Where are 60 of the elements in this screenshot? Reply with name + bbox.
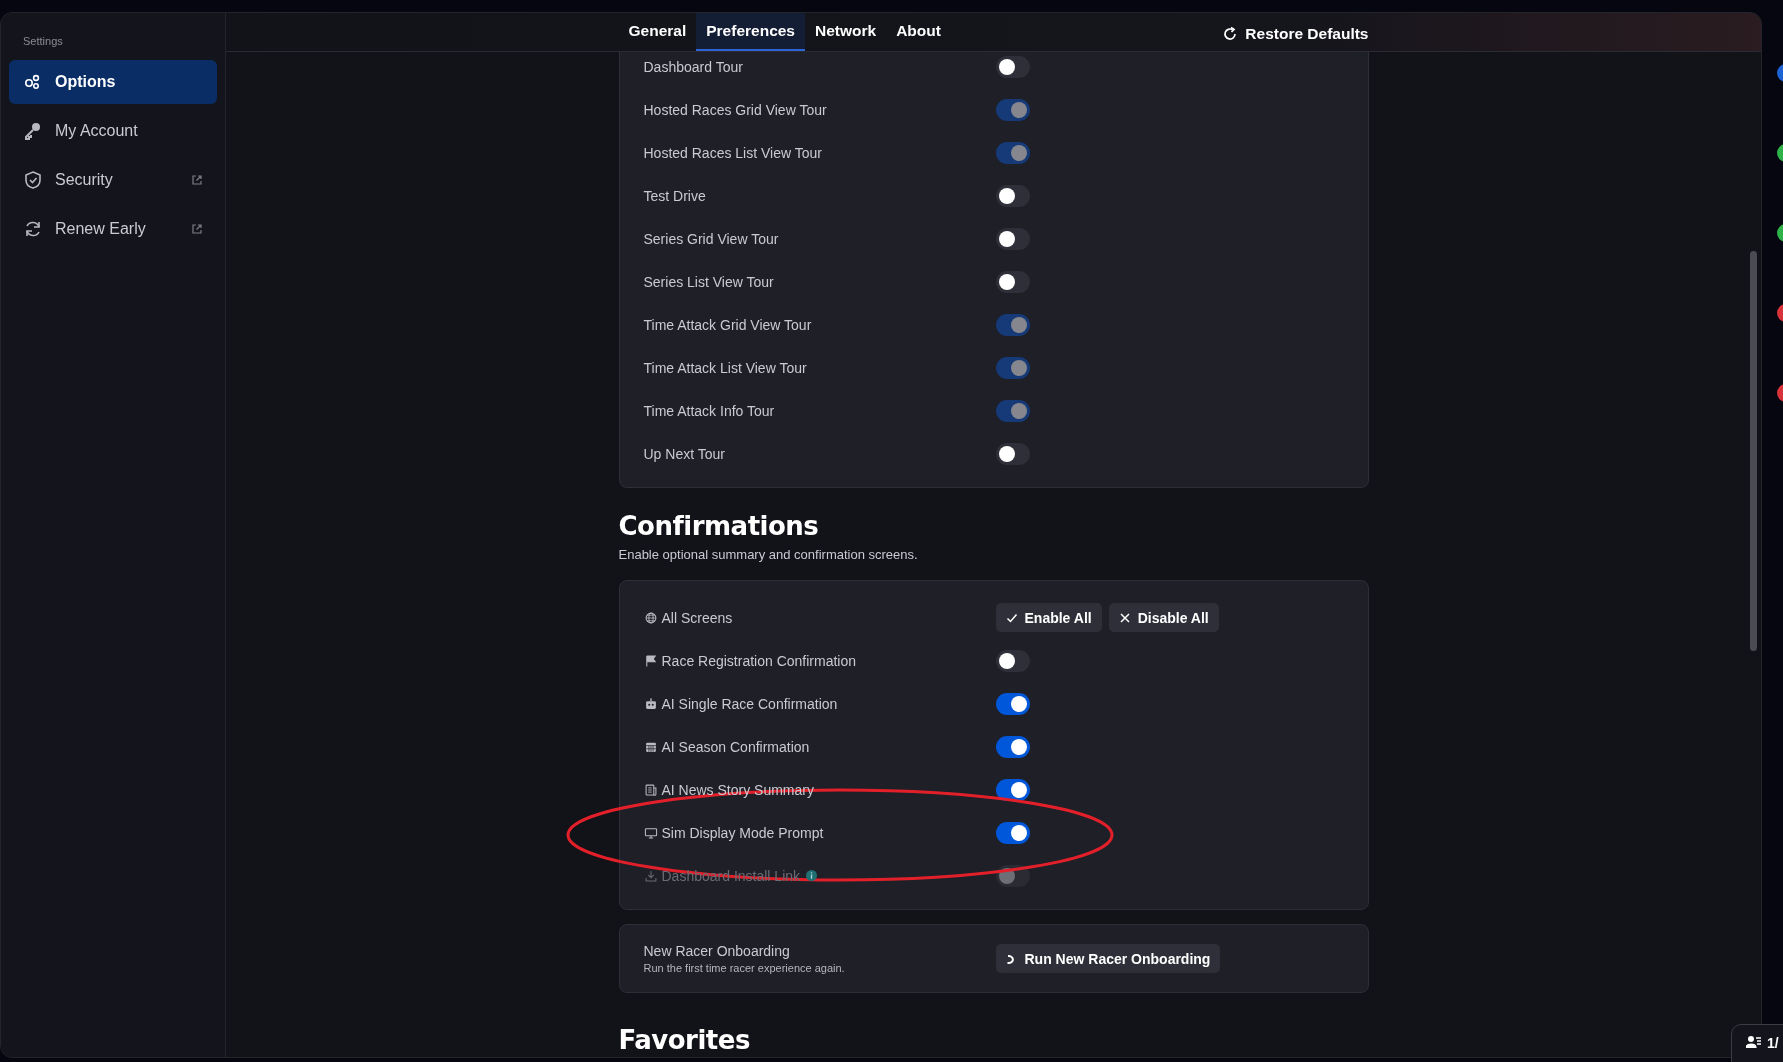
setting-label: Hosted Races Grid View Tour (643, 101, 827, 118)
section-description: Enable optional summary and confirmation screens. (618, 547, 919, 562)
toggle-switch[interactable] (995, 227, 1030, 250)
tab[interactable]: About (886, 13, 951, 51)
sidebar-item[interactable]: My Account (9, 109, 217, 153)
setting-label: AI Season Confirmation (661, 738, 810, 755)
shield-icon (23, 170, 43, 190)
setting-label: Time Attack Grid View Tour (643, 316, 812, 333)
disable-all-button[interactable]: Disable All (1108, 603, 1219, 632)
newspaper-icon (643, 782, 658, 797)
section-heading: Favorites (618, 1024, 751, 1057)
toggle-switch[interactable] (995, 821, 1030, 844)
toggle-switch[interactable] (995, 442, 1030, 465)
setting-label: New Racer Onboarding (643, 943, 791, 959)
setting-label: Time Attack Info Tour (643, 402, 775, 419)
robot-icon (643, 696, 658, 711)
sidebar-item[interactable]: Security (9, 158, 217, 202)
scrollbar[interactable] (1750, 251, 1757, 651)
refresh-icon (1222, 26, 1239, 42)
page-counter-badge[interactable]: 1/ (1731, 1024, 1783, 1062)
run-onboarding-button[interactable]: Run New Racer Onboarding (995, 944, 1221, 973)
external-link-icon (191, 174, 203, 186)
globe-icon (643, 610, 658, 625)
setting-label: Time Attack List View Tour (643, 359, 807, 376)
close-icon (1118, 611, 1131, 624)
sidebar-item[interactable]: Options (9, 60, 217, 104)
setting-label: Dashboard Tour (643, 58, 743, 75)
user-list-icon (1746, 1035, 1761, 1048)
sidebar-item[interactable]: Renew Early (9, 207, 217, 251)
tab[interactable]: Preferences (696, 13, 805, 51)
toggle-switch[interactable] (995, 270, 1030, 293)
enable-all-button[interactable]: Enable All (995, 603, 1102, 632)
setting-label: Series Grid View Tour (643, 230, 779, 247)
download-icon (643, 868, 658, 883)
external-link-icon (191, 223, 203, 235)
check-icon (1005, 611, 1018, 624)
setting-description: Run the first time racer experience again. (643, 962, 846, 974)
flag-icon (643, 653, 658, 668)
tab[interactable]: Network (805, 13, 887, 51)
setting-label: Hosted Races List View Tour (643, 144, 822, 161)
toggle-switch[interactable] (995, 735, 1030, 758)
refresh-icon (23, 219, 43, 239)
toggle-switch[interactable] (995, 184, 1030, 207)
toggle-switch[interactable] (995, 55, 1030, 78)
sidebar-title: Settings (22, 35, 64, 49)
setting-label: Race Registration Confirmation (661, 652, 857, 669)
setting-label: AI Single Race Confirmation (661, 695, 838, 712)
toggle-switch[interactable] (995, 692, 1030, 715)
toggle-switch[interactable] (995, 649, 1030, 672)
key-icon (23, 121, 43, 141)
restore-defaults-button[interactable]: Restore Defaults (1222, 17, 1369, 51)
tab[interactable]: General (618, 13, 697, 51)
setting-label: Series List View Tour (643, 273, 774, 290)
setting-label: Test Drive (643, 187, 706, 204)
section-heading: Confirmations (618, 510, 820, 543)
setting-label: Up Next Tour (643, 445, 725, 462)
setting-label: All Screens (661, 609, 733, 626)
setting-label: Sim Display Mode Prompt (661, 824, 824, 841)
monitor-icon (643, 825, 658, 840)
toggle-switch[interactable] (995, 778, 1030, 801)
